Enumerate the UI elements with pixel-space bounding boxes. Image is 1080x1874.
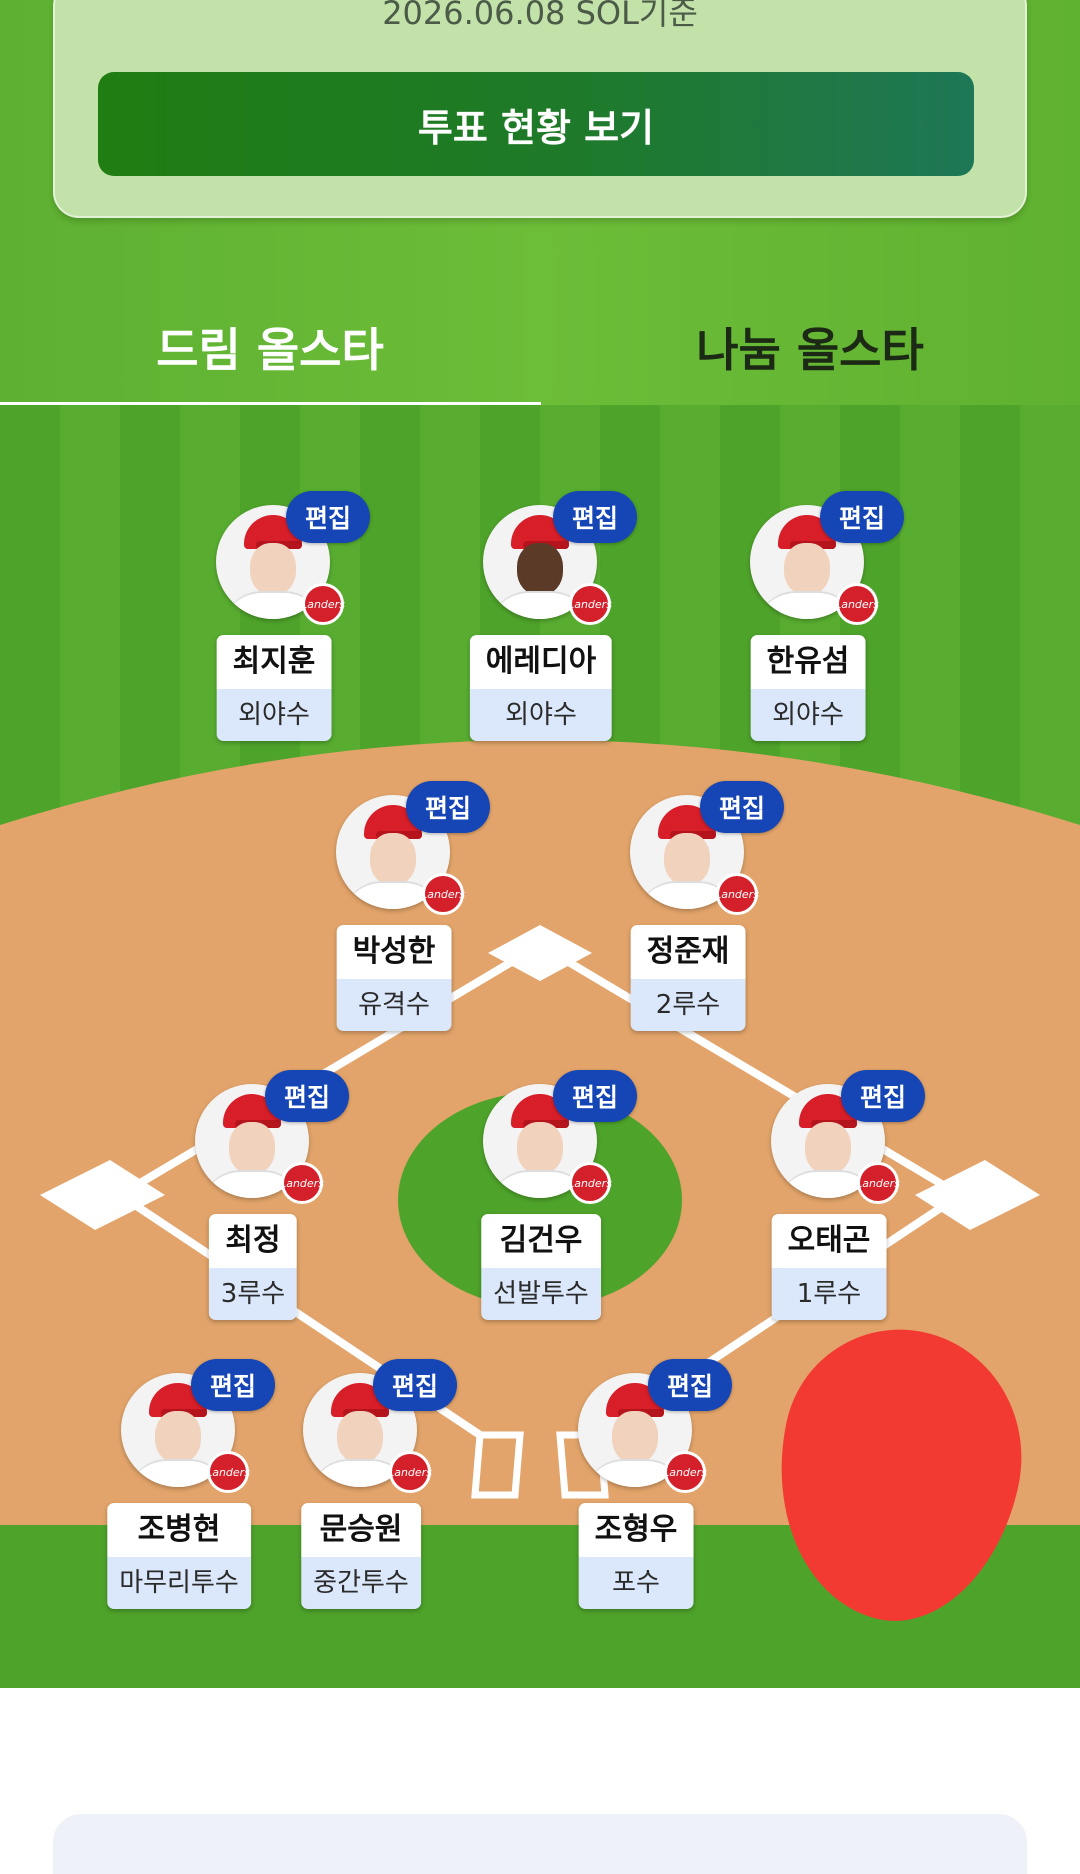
- player-namecard: 김건우 선발투수: [481, 1214, 601, 1320]
- player-namecard: 최지훈 외야수: [216, 635, 332, 741]
- edit-button[interactable]: 편집: [265, 1070, 349, 1122]
- edit-button[interactable]: 편집: [648, 1359, 732, 1411]
- player-position: 외야수: [216, 689, 332, 741]
- player-namecard: 조병현 마무리투수: [107, 1503, 251, 1609]
- edit-button[interactable]: 편집: [841, 1070, 925, 1122]
- edit-button[interactable]: 편집: [373, 1359, 457, 1411]
- edit-button[interactable]: 편집: [553, 491, 637, 543]
- edit-button[interactable]: 편집: [191, 1359, 275, 1411]
- player-position: 2루수: [630, 979, 746, 1031]
- player-position: 1루수: [771, 1268, 887, 1320]
- player-position: 유격수: [336, 979, 452, 1031]
- player-namecard: 박성한 유격수: [336, 925, 452, 1031]
- player-name: 최정: [208, 1214, 298, 1268]
- player-namecard: 에레디아 외야수: [469, 635, 613, 741]
- player-position: 외야수: [469, 689, 613, 741]
- player-name: 조형우: [578, 1503, 694, 1557]
- vote-status-card: 2026.06.08 SOL기준 투표 현황 보기: [53, 0, 1027, 218]
- player-position: 선발투수: [481, 1268, 601, 1320]
- landers-logo-icon: Landers: [715, 873, 759, 915]
- player-name: 최지훈: [216, 635, 332, 689]
- landers-logo-icon: Landers: [206, 1451, 250, 1493]
- player-namecard: 조형우 포수: [578, 1503, 694, 1609]
- tab-nanum-allstar[interactable]: 나눔 올스타: [540, 270, 1080, 410]
- edit-button[interactable]: 편집: [700, 781, 784, 833]
- edit-button[interactable]: 편집: [286, 491, 370, 543]
- player-name: 한유섬: [750, 635, 866, 689]
- landers-logo-icon: Landers: [856, 1162, 900, 1204]
- allstar-tabs: 드림 올스타 나눔 올스타: [0, 270, 1080, 410]
- player-namecard: 문승원 중간투수: [301, 1503, 421, 1609]
- player-name: 정준재: [630, 925, 746, 979]
- tab-dream-allstar[interactable]: 드림 올스타: [0, 270, 540, 410]
- view-vote-status-button[interactable]: 투표 현황 보기: [98, 72, 974, 176]
- player-position: 마무리투수: [107, 1557, 251, 1609]
- player-name: 김건우: [481, 1214, 601, 1268]
- bottom-card: [53, 1814, 1027, 1874]
- player-namecard: 정준재 2루수: [630, 925, 746, 1031]
- landers-logo-icon: Landers: [835, 583, 879, 625]
- vote-date-label: 2026.06.08 SOL기준: [382, 0, 698, 32]
- bottom-section: [0, 1688, 1080, 1874]
- player-name: 조병현: [107, 1503, 251, 1557]
- edit-button[interactable]: 편집: [553, 1070, 637, 1122]
- landers-logo-icon: Landers: [388, 1451, 432, 1493]
- edit-button[interactable]: 편집: [820, 491, 904, 543]
- player-name: 오태곤: [771, 1214, 887, 1268]
- player-namecard: 최정 3루수: [208, 1214, 298, 1320]
- player-position: 포수: [578, 1557, 694, 1609]
- landers-logo-icon: Landers: [568, 583, 612, 625]
- landers-logo-icon: Landers: [421, 873, 465, 915]
- player-name: 문승원: [301, 1503, 421, 1557]
- player-position: 중간투수: [301, 1557, 421, 1609]
- landers-logo-icon: Landers: [568, 1162, 612, 1204]
- player-namecard: 한유섬 외야수: [750, 635, 866, 741]
- edit-button[interactable]: 편집: [406, 781, 490, 833]
- landers-logo-icon: Landers: [663, 1451, 707, 1493]
- player-namecard: 오태곤 1루수: [771, 1214, 887, 1320]
- player-position: 외야수: [750, 689, 866, 741]
- player-position: 3루수: [208, 1268, 298, 1320]
- landers-logo-icon: Landers: [280, 1162, 324, 1204]
- player-name: 에레디아: [469, 635, 613, 689]
- player-name: 박성한: [336, 925, 452, 979]
- landers-logo-icon: Landers: [301, 583, 345, 625]
